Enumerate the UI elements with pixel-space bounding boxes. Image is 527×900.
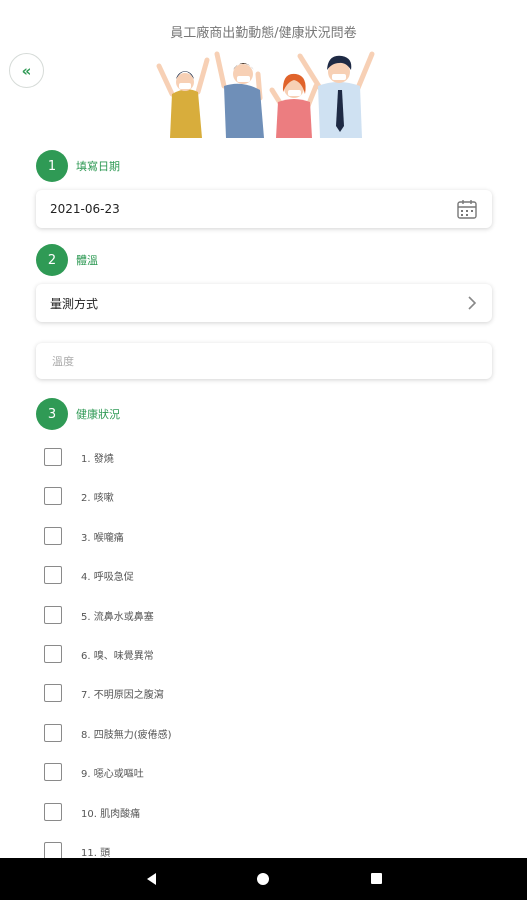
health-item[interactable]: 5. 流鼻水或鼻塞 [44,606,444,624]
double-chevron-left-icon: « [21,61,32,80]
health-item-label: 10. 肌肉酸痛 [81,808,141,820]
health-item-label: 3. 喉嚨痛 [81,532,124,544]
page-title: 員工廠商出勤動態/健康狀況問卷 [170,26,357,41]
measurement-method-select[interactable]: 量測方式 [36,284,492,322]
health-item-label: 11. 頭 [81,847,111,859]
temperature-field[interactable] [36,343,492,379]
health-item-checkbox[interactable] [44,803,62,821]
health-item-checkbox[interactable] [44,763,62,781]
calendar-icon[interactable] [456,198,478,220]
cheering-people-illustration [156,51,375,138]
nav-back-triangle-icon[interactable] [145,872,159,886]
step-number-badge: 1 [36,150,68,182]
health-item-checkbox[interactable] [44,527,62,545]
nav-recents-square-icon[interactable] [371,873,382,884]
health-item-checkbox[interactable] [44,684,62,702]
date-value: 2021-06-23 [50,202,120,216]
health-item[interactable]: 8. 四肢無力(疲倦感) [44,724,444,742]
step-number-badge: 3 [36,398,68,430]
health-item-checkbox[interactable] [44,645,62,663]
step-3-header: 3 健康狀況 [36,398,120,430]
health-item-label: 5. 流鼻水或鼻塞 [81,611,154,623]
step-number-badge: 2 [36,244,68,276]
health-item-checkbox[interactable] [44,448,62,466]
health-item-checkbox[interactable] [44,724,62,742]
step-label: 填寫日期 [76,160,120,173]
health-item-checkbox[interactable] [44,606,62,624]
system-navigation-bar [0,858,527,900]
health-item[interactable]: 7. 不明原因之腹瀉 [44,684,444,702]
health-item[interactable]: 9. 噁心或嘔吐 [44,763,444,781]
health-item-label: 7. 不明原因之腹瀉 [81,689,164,701]
chevron-right-icon [468,296,477,310]
temperature-input[interactable] [50,353,478,369]
step-label: 健康狀況 [76,408,120,421]
nav-home-circle-icon[interactable] [257,873,269,885]
health-item[interactable]: 2. 咳嗽 [44,487,444,505]
health-item-label: 8. 四肢無力(疲倦感) [81,729,172,741]
health-item[interactable]: 10. 肌肉酸痛 [44,803,444,821]
health-item-label: 1. 發燒 [81,453,114,465]
measurement-method-label: 量測方式 [50,296,99,311]
health-item-label: 9. 噁心或嘔吐 [81,768,144,780]
health-item[interactable]: 1. 發燒 [44,448,444,466]
health-item[interactable]: 4. 呼吸急促 [44,566,444,584]
date-field[interactable]: 2021-06-23 [36,190,492,228]
health-item-label: 4. 呼吸急促 [81,571,134,583]
health-item[interactable]: 3. 喉嚨痛 [44,527,444,545]
person-yellow-figure [156,57,210,138]
step-2-header: 2 體溫 [36,244,98,276]
health-item-checkbox[interactable] [44,487,62,505]
health-item-label: 2. 咳嗽 [81,492,114,504]
health-item-label: 6. 嗅、味覺異常 [81,650,154,662]
back-button[interactable]: « [9,53,44,88]
health-item-checkbox[interactable] [44,566,62,584]
step-1-header: 1 填寫日期 [36,150,120,182]
health-item[interactable]: 6. 嗅、味覺異常 [44,645,444,663]
step-label: 體溫 [76,254,98,267]
person-pink-figure [269,73,319,138]
person-blue-figure [214,51,264,138]
